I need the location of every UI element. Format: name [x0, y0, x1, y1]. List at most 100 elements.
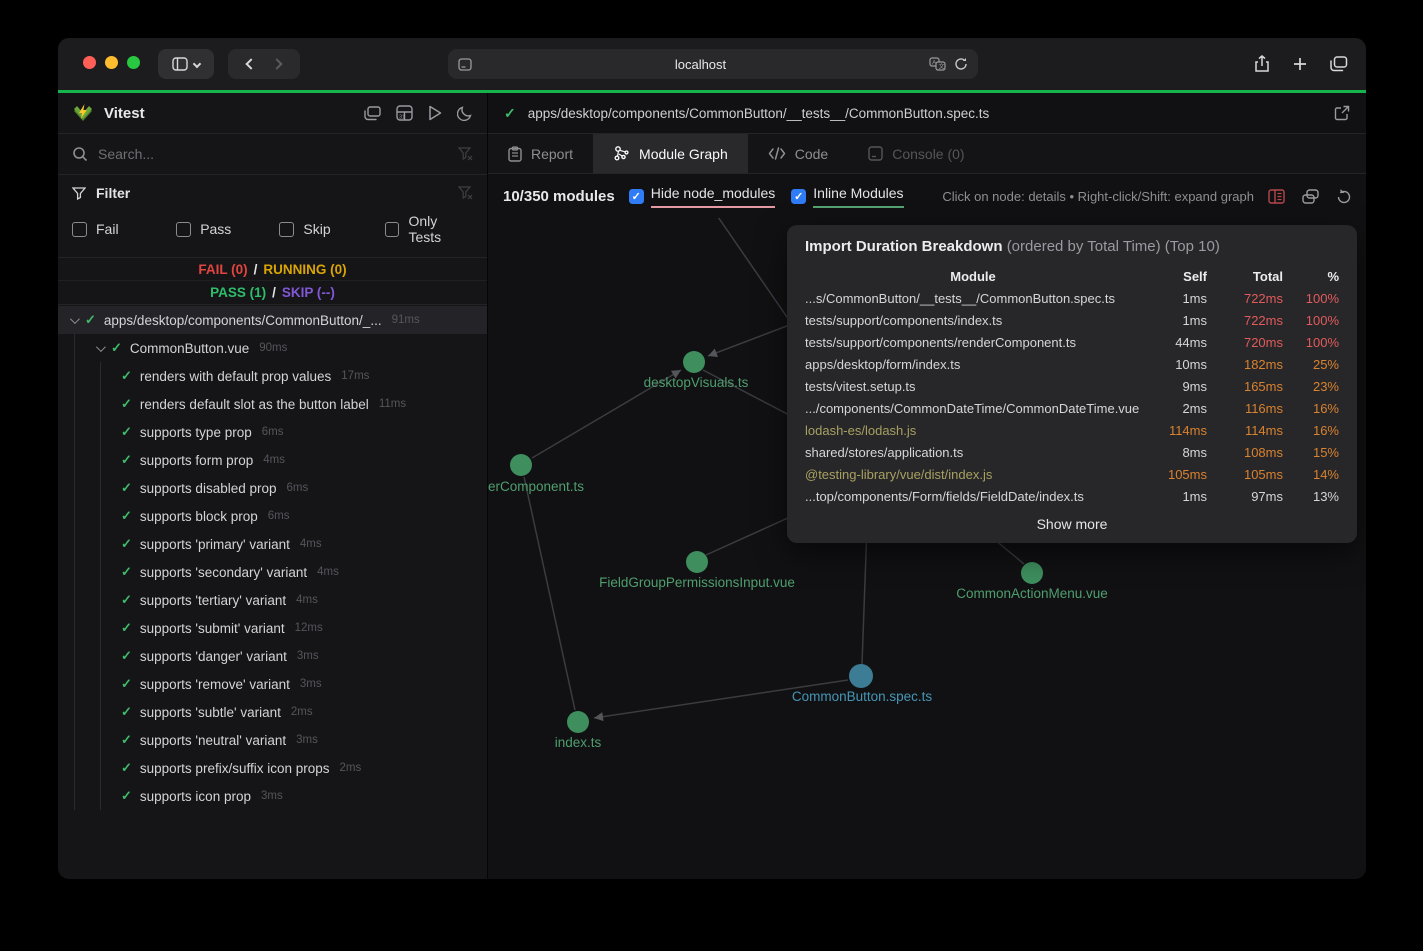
checkbox-unchecked[interactable]: [385, 222, 400, 237]
share-icon[interactable]: [1254, 55, 1270, 73]
table-row[interactable]: apps/desktop/form/index.ts10ms182ms25%: [805, 353, 1339, 375]
node-modules-legend-icon[interactable]: [1268, 189, 1285, 204]
copy-graph-icon[interactable]: [1302, 189, 1319, 204]
test-label: CommonButton.vue: [130, 341, 249, 356]
graph-node-renderComponent[interactable]: [510, 454, 532, 476]
tree-test-case[interactable]: ✓supports type prop6ms: [58, 418, 487, 446]
self-time: 2ms: [1151, 401, 1207, 416]
table-row[interactable]: @testing-library/vue/dist/index.js105ms1…: [805, 463, 1339, 485]
total-time: 165ms: [1217, 379, 1283, 394]
minimize-window-button[interactable]: [105, 56, 118, 69]
graph-node-actionMenu[interactable]: [1021, 562, 1043, 584]
tree-test-case[interactable]: ✓supports 'tertiary' variant4ms: [58, 586, 487, 614]
chevron-down-icon: [193, 60, 201, 68]
tab-code[interactable]: Code: [748, 134, 848, 173]
tree-test-case[interactable]: ✓supports block prop6ms: [58, 502, 487, 530]
table-row[interactable]: tests/support/components/index.ts1ms722m…: [805, 309, 1339, 331]
tree-test-case[interactable]: ✓supports 'primary' variant4ms: [58, 530, 487, 558]
graph-node-label[interactable]: FieldGroupPermissionsInput.vue: [599, 575, 795, 590]
svg-text:文: 文: [939, 63, 945, 71]
graph-node-fieldGroup[interactable]: [686, 551, 708, 573]
dark-mode-moon-icon[interactable]: [457, 105, 473, 121]
checkbox-checked[interactable]: ✓: [791, 189, 806, 204]
toggle-inline-modules[interactable]: ✓Inline Modules: [791, 185, 903, 208]
chevron-down-icon[interactable]: [96, 342, 106, 352]
tree-test-case[interactable]: ✓supports icon prop3ms: [58, 782, 487, 810]
graph-node-label[interactable]: desktopVisuals.ts: [644, 375, 749, 390]
tree-test-case[interactable]: ✓supports prefix/suffix icon props2ms: [58, 754, 487, 782]
new-tab-icon[interactable]: [1292, 56, 1308, 72]
table-row[interactable]: shared/stores/application.ts8ms108ms15%: [805, 441, 1339, 463]
tab-report[interactable]: Report: [488, 134, 593, 173]
filter-option-label: Only Tests: [408, 213, 473, 245]
show-more-button[interactable]: Show more: [805, 516, 1339, 532]
checkbox-checked[interactable]: ✓: [629, 189, 644, 204]
tab-console-0[interactable]: Console (0): [848, 134, 984, 173]
run-summary: FAIL (0) / RUNNING (0) PASS (1) / SKIP (…: [58, 258, 487, 305]
table-row[interactable]: tests/vitest.setup.ts9ms165ms23%: [805, 375, 1339, 397]
graph-node-label[interactable]: CommonButton.spec.ts: [792, 689, 933, 704]
clear-filter-icon[interactable]: [458, 186, 473, 200]
address-bar[interactable]: localhost A 文: [448, 49, 978, 79]
back-button[interactable]: [245, 58, 256, 69]
tab-overview-icon[interactable]: [1330, 56, 1348, 72]
toggle-hide-node-modules[interactable]: ✓Hide node_modules: [629, 185, 776, 208]
test-label: renders default slot as the button label: [140, 397, 369, 412]
graph-node-spec[interactable]: [849, 664, 873, 688]
filter-option-skip[interactable]: Skip: [279, 213, 384, 245]
clear-search-filter-icon[interactable]: [458, 147, 473, 161]
table-row[interactable]: tests/support/components/renderComponent…: [805, 331, 1339, 353]
run-all-icon[interactable]: [428, 105, 442, 121]
open-external-icon[interactable]: [1334, 105, 1350, 121]
tree-test-case[interactable]: ✓supports 'remove' variant3ms: [58, 670, 487, 698]
close-window-button[interactable]: [83, 56, 96, 69]
table-row[interactable]: .../components/CommonDateTime/CommonDate…: [805, 397, 1339, 419]
filter-option-only-tests[interactable]: Only Tests: [385, 213, 473, 245]
zoom-window-button[interactable]: [127, 56, 140, 69]
total-time: 722ms: [1217, 291, 1283, 306]
vitest-logo: [72, 103, 94, 123]
tree-test-case[interactable]: ✓supports 'submit' variant12ms: [58, 614, 487, 642]
graph-node-desktopVisuals[interactable]: [683, 351, 705, 373]
indent-guide: [100, 362, 101, 810]
tree-test-case[interactable]: ✓supports 'danger' variant3ms: [58, 642, 487, 670]
reload-icon[interactable]: [954, 57, 968, 71]
module-name: ...s/CommonButton/__tests__/CommonButton…: [805, 291, 1141, 306]
graph-node-label[interactable]: index.ts: [555, 735, 602, 750]
tree-test-case[interactable]: ✓supports form prop4ms: [58, 446, 487, 474]
browser-titlebar: localhost A 文: [58, 38, 1366, 90]
filter-option-fail[interactable]: Fail: [72, 213, 176, 245]
table-row[interactable]: ...top/components/Form/fields/FieldDate/…: [805, 485, 1339, 507]
tree-test-case[interactable]: ✓renders default slot as the button labe…: [58, 390, 487, 418]
reset-graph-icon[interactable]: [1336, 188, 1351, 204]
tree-test-case[interactable]: ✓renders with default prop values17ms: [58, 362, 487, 390]
translate-icon[interactable]: A 文: [929, 57, 946, 71]
graph-node-index[interactable]: [567, 711, 589, 733]
checkbox-unchecked[interactable]: [176, 222, 191, 237]
tree-root-file[interactable]: ✓apps/desktop/components/CommonButton/_.…: [58, 306, 487, 334]
percent: 100%: [1293, 335, 1339, 350]
filter-option-pass[interactable]: Pass: [176, 213, 279, 245]
dashboard-icon[interactable]: 31: [396, 105, 413, 121]
total-time: 722ms: [1217, 313, 1283, 328]
chevron-down-icon[interactable]: [70, 314, 80, 324]
report-overlay-icon[interactable]: [364, 106, 381, 121]
tree-suite[interactable]: ✓CommonButton.vue90ms: [58, 334, 487, 362]
forward-button[interactable]: [271, 58, 282, 69]
graph-node-label[interactable]: erComponent.ts: [488, 479, 584, 494]
module-graph-canvas[interactable]: desktopVisuals.ts erComponent.ts FieldGrou…: [488, 218, 1366, 879]
test-label: supports form prop: [140, 453, 253, 468]
test-duration: 6ms: [262, 426, 284, 438]
search-input[interactable]: [98, 146, 448, 162]
graph-node-label[interactable]: CommonActionMenu.vue: [956, 586, 1108, 601]
checkbox-unchecked[interactable]: [279, 222, 294, 237]
checkbox-unchecked[interactable]: [72, 222, 87, 237]
tree-test-case[interactable]: ✓supports 'secondary' variant4ms: [58, 558, 487, 586]
sidebar-toggle-button[interactable]: [158, 49, 214, 79]
table-row[interactable]: ...s/CommonButton/__tests__/CommonButton…: [805, 287, 1339, 309]
tree-test-case[interactable]: ✓supports disabled prop6ms: [58, 474, 487, 502]
tree-test-case[interactable]: ✓supports 'neutral' variant3ms: [58, 726, 487, 754]
tab-module-graph[interactable]: Module Graph: [593, 134, 748, 173]
tree-test-case[interactable]: ✓supports 'subtle' variant2ms: [58, 698, 487, 726]
table-row[interactable]: lodash-es/lodash.js114ms114ms16%: [805, 419, 1339, 441]
